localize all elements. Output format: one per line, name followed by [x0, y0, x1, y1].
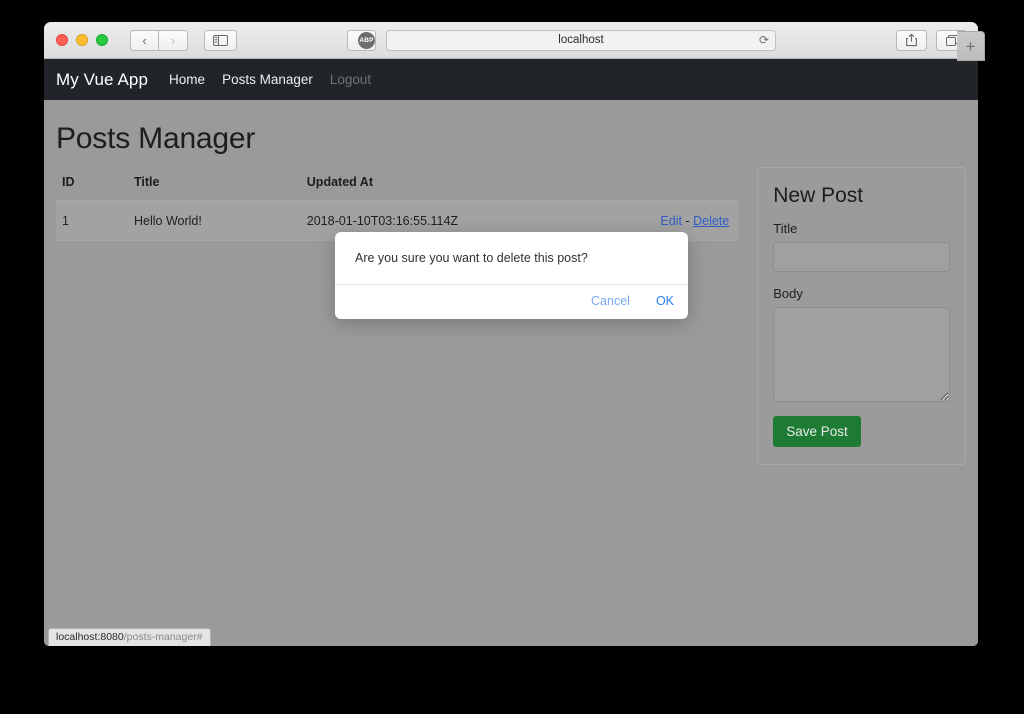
cell-id: 1 [56, 201, 128, 241]
status-host: localhost:8080 [56, 631, 124, 643]
browser-window: ‹ › ABP localhost ⟳ [44, 22, 978, 646]
address-bar[interactable]: localhost ⟳ [386, 30, 776, 51]
table-header-row: ID Title Updated At [56, 175, 739, 201]
adblock-icon: ABP [358, 32, 375, 49]
reload-icon[interactable]: ⟳ [759, 33, 769, 47]
save-post-button[interactable]: Save Post [773, 416, 861, 447]
app-navbar: My Vue App Home Posts Manager Logout [44, 59, 978, 100]
back-button[interactable]: ‹ [130, 30, 159, 51]
new-tab-button[interactable]: + [957, 31, 985, 61]
sidebar-icon [213, 35, 228, 46]
minimize-window-button[interactable] [76, 34, 88, 46]
column-header-updated-at: Updated At [301, 175, 541, 201]
nav-button-group: ‹ › [130, 30, 188, 51]
traffic-lights [44, 34, 108, 46]
body-field-label: Body [773, 286, 950, 301]
cell-title: Hello World! [128, 201, 301, 241]
column-header-actions [541, 175, 739, 201]
status-path: /posts-manager# [124, 631, 203, 643]
delete-confirm-dialog: Are you sure you want to delete this pos… [335, 232, 688, 319]
dialog-message: Are you sure you want to delete this pos… [335, 232, 688, 284]
new-post-heading: New Post [773, 184, 950, 208]
chevron-left-icon: ‹ [142, 33, 146, 48]
maximize-window-button[interactable] [96, 34, 108, 46]
nav-link-logout[interactable]: Logout [330, 72, 371, 87]
chevron-right-icon: › [171, 33, 175, 48]
address-bar-value: localhost [558, 34, 603, 46]
title-input[interactable] [773, 242, 950, 272]
delete-post-link[interactable]: Delete [693, 214, 729, 228]
close-window-button[interactable] [56, 34, 68, 46]
app-brand[interactable]: My Vue App [56, 70, 148, 90]
share-button[interactable] [896, 30, 927, 51]
browser-toolbar: ‹ › ABP localhost ⟳ [44, 22, 978, 59]
forward-button[interactable]: › [159, 30, 188, 51]
action-separator: - [685, 214, 689, 228]
body-textarea[interactable] [773, 307, 950, 402]
show-sidebar-button[interactable] [204, 30, 237, 51]
dialog-cancel-button[interactable]: Cancel [591, 294, 630, 308]
dialog-actions: Cancel OK [335, 284, 688, 319]
link-status-bar: localhost:8080/posts-manager# [48, 628, 211, 646]
nav-link-posts-manager[interactable]: Posts Manager [222, 72, 313, 87]
share-icon [905, 33, 918, 47]
page-content: Posts Manager ID Title Updated At 1 [44, 100, 978, 646]
page-title: Posts Manager [56, 122, 739, 156]
nav-link-home[interactable]: Home [169, 72, 205, 87]
column-header-title: Title [128, 175, 301, 201]
dialog-ok-button[interactable]: OK [656, 294, 674, 308]
posts-table-head: ID Title Updated At [56, 175, 739, 201]
adblock-plus-button[interactable]: ABP [347, 30, 376, 51]
new-post-card: New Post Title Body Save Post [757, 167, 966, 465]
title-field-label: Title [773, 221, 950, 236]
column-header-id: ID [56, 175, 128, 201]
edit-post-link[interactable]: Edit [660, 214, 682, 228]
